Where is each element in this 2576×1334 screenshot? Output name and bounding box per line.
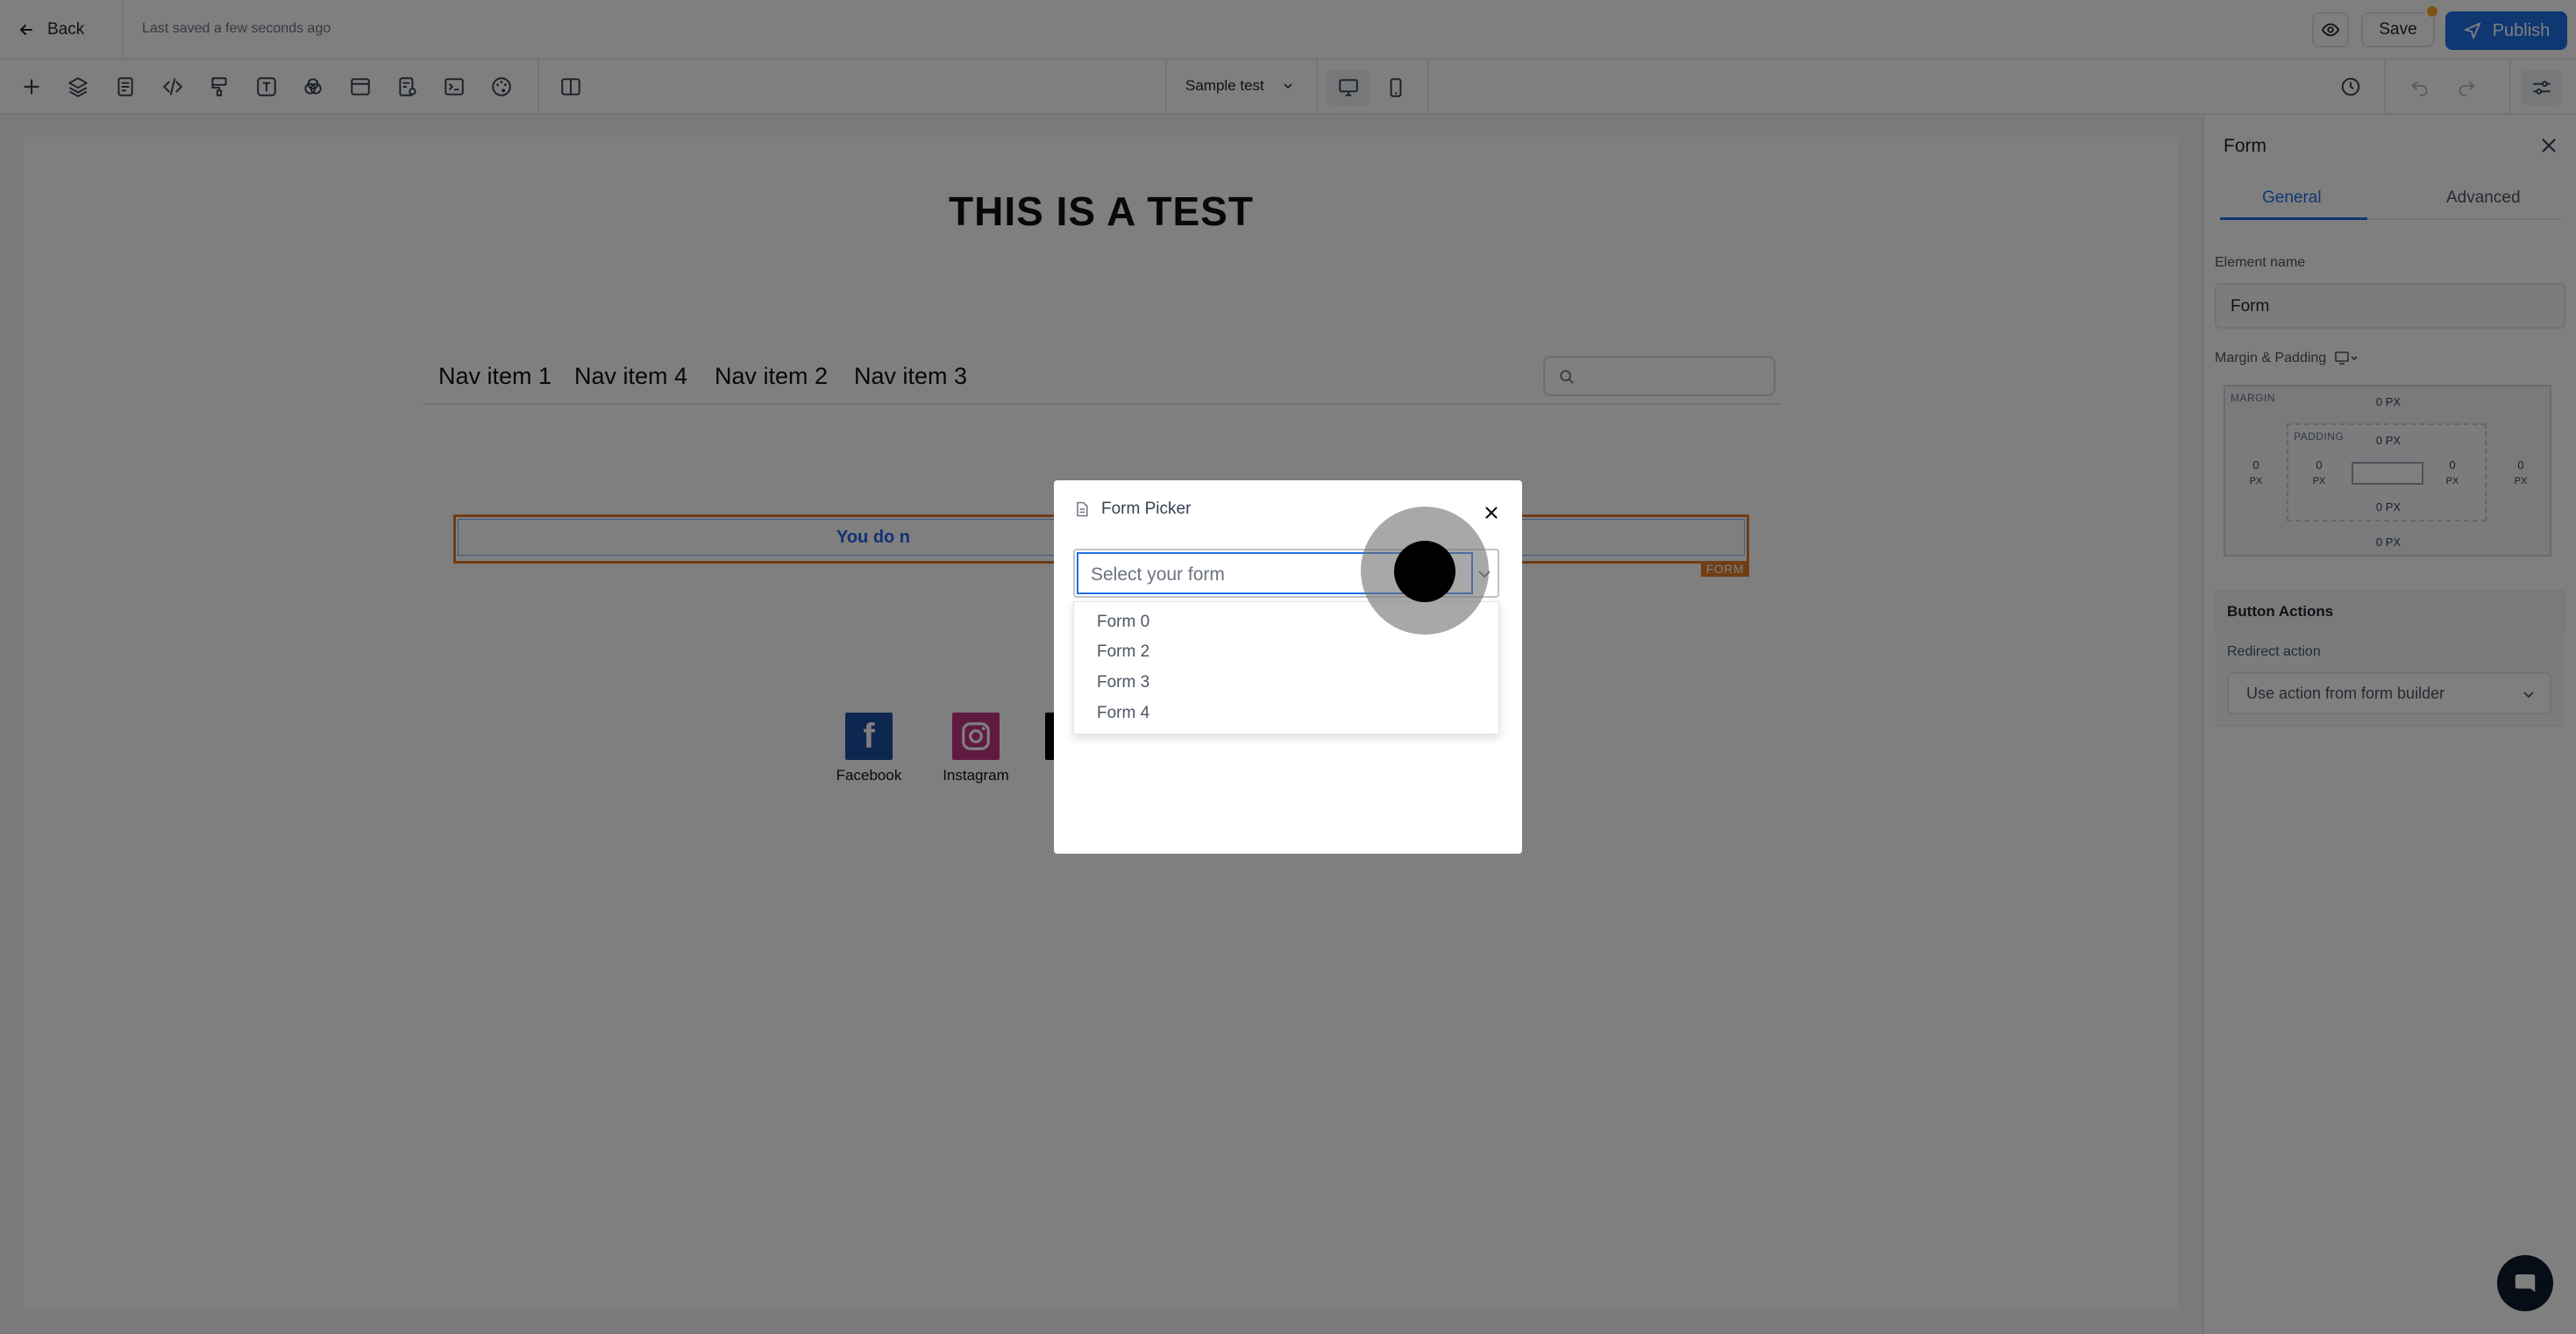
document-icon [1077, 501, 1088, 517]
cursor-pointer [1394, 541, 1455, 602]
dropdown-option[interactable]: Form 2 [1097, 642, 1149, 662]
dropdown-option[interactable]: Form 4 [1097, 704, 1149, 723]
dialog-title: Form Picker [1073, 500, 1191, 519]
dialog-title-text: Form Picker [1101, 500, 1192, 518]
dropdown-option[interactable]: Form 0 [1097, 613, 1149, 632]
dropdown-option[interactable]: Form 3 [1097, 673, 1149, 692]
close-icon[interactable] [1482, 503, 1501, 522]
